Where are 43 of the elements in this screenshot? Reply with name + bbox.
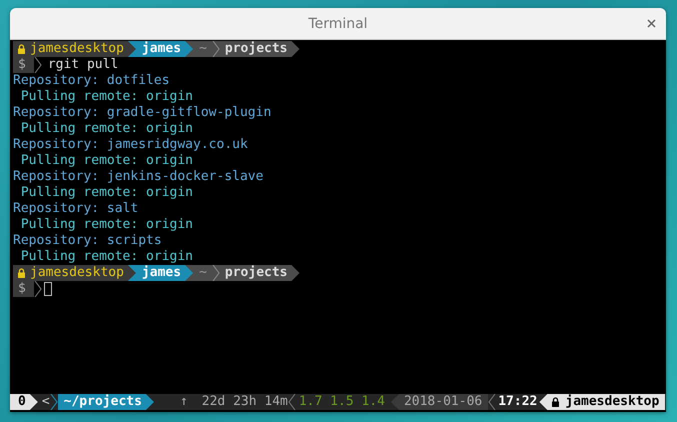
path-part: projects bbox=[224, 265, 288, 281]
path-part: ~ bbox=[199, 41, 207, 57]
chevron-icon bbox=[288, 394, 296, 410]
clock-time: 17:22 bbox=[497, 394, 538, 410]
window-index[interactable]: 0 bbox=[10, 394, 38, 410]
chevron-icon bbox=[34, 57, 42, 73]
lock-icon bbox=[552, 397, 560, 407]
output-line: Pulling remote: origin bbox=[20, 185, 194, 201]
window-title: Terminal bbox=[308, 16, 368, 32]
output-line: Repository: salt bbox=[12, 201, 140, 217]
chevron-icon bbox=[50, 394, 58, 410]
window-marker: < bbox=[40, 394, 50, 410]
lock-icon bbox=[18, 268, 25, 278]
output-line: Repository: jenkins-docker-slave bbox=[12, 169, 264, 185]
prompt-symbol: $ bbox=[13, 281, 34, 297]
output-line: Repository: gradle-gitflow-plugin bbox=[12, 105, 272, 121]
date-segment: 2018-01-06 bbox=[390, 394, 488, 410]
command-text: rgit pull bbox=[46, 57, 118, 73]
chevron-icon bbox=[488, 394, 496, 410]
output-line: Pulling remote: origin bbox=[20, 217, 194, 233]
output-line: Pulling remote: origin bbox=[20, 249, 194, 265]
output-line: Pulling remote: origin bbox=[20, 89, 194, 105]
window-tab[interactable]: ~/projects bbox=[58, 394, 154, 410]
text-cursor bbox=[44, 282, 52, 296]
chevron-icon bbox=[34, 281, 42, 297]
prompt-symbol: $ bbox=[13, 57, 34, 73]
chevron-icon bbox=[212, 265, 220, 281]
output-line: Pulling remote: origin bbox=[20, 153, 194, 169]
load-average: 1.7 1.5 1.4 bbox=[298, 394, 385, 410]
output-line: Repository: scripts bbox=[12, 233, 163, 249]
host-name: jamesdesktop bbox=[565, 394, 660, 410]
host-name: jamesdesktop bbox=[30, 41, 124, 57]
output-line: Repository: dotfiles bbox=[12, 73, 171, 89]
uptime-arrow: ↑ bbox=[180, 394, 188, 410]
path-part: ~ bbox=[199, 265, 207, 281]
output-line: Pulling remote: origin bbox=[20, 121, 194, 137]
close-icon[interactable] bbox=[647, 19, 656, 28]
lock-icon bbox=[18, 44, 25, 54]
chevron-icon bbox=[212, 41, 220, 57]
uptime-text: 22d 23h 14m bbox=[202, 394, 288, 410]
output-line: Repository: jamesridgway.co.uk bbox=[12, 137, 249, 153]
host-name: jamesdesktop bbox=[30, 265, 124, 281]
path-part: projects bbox=[224, 41, 288, 57]
